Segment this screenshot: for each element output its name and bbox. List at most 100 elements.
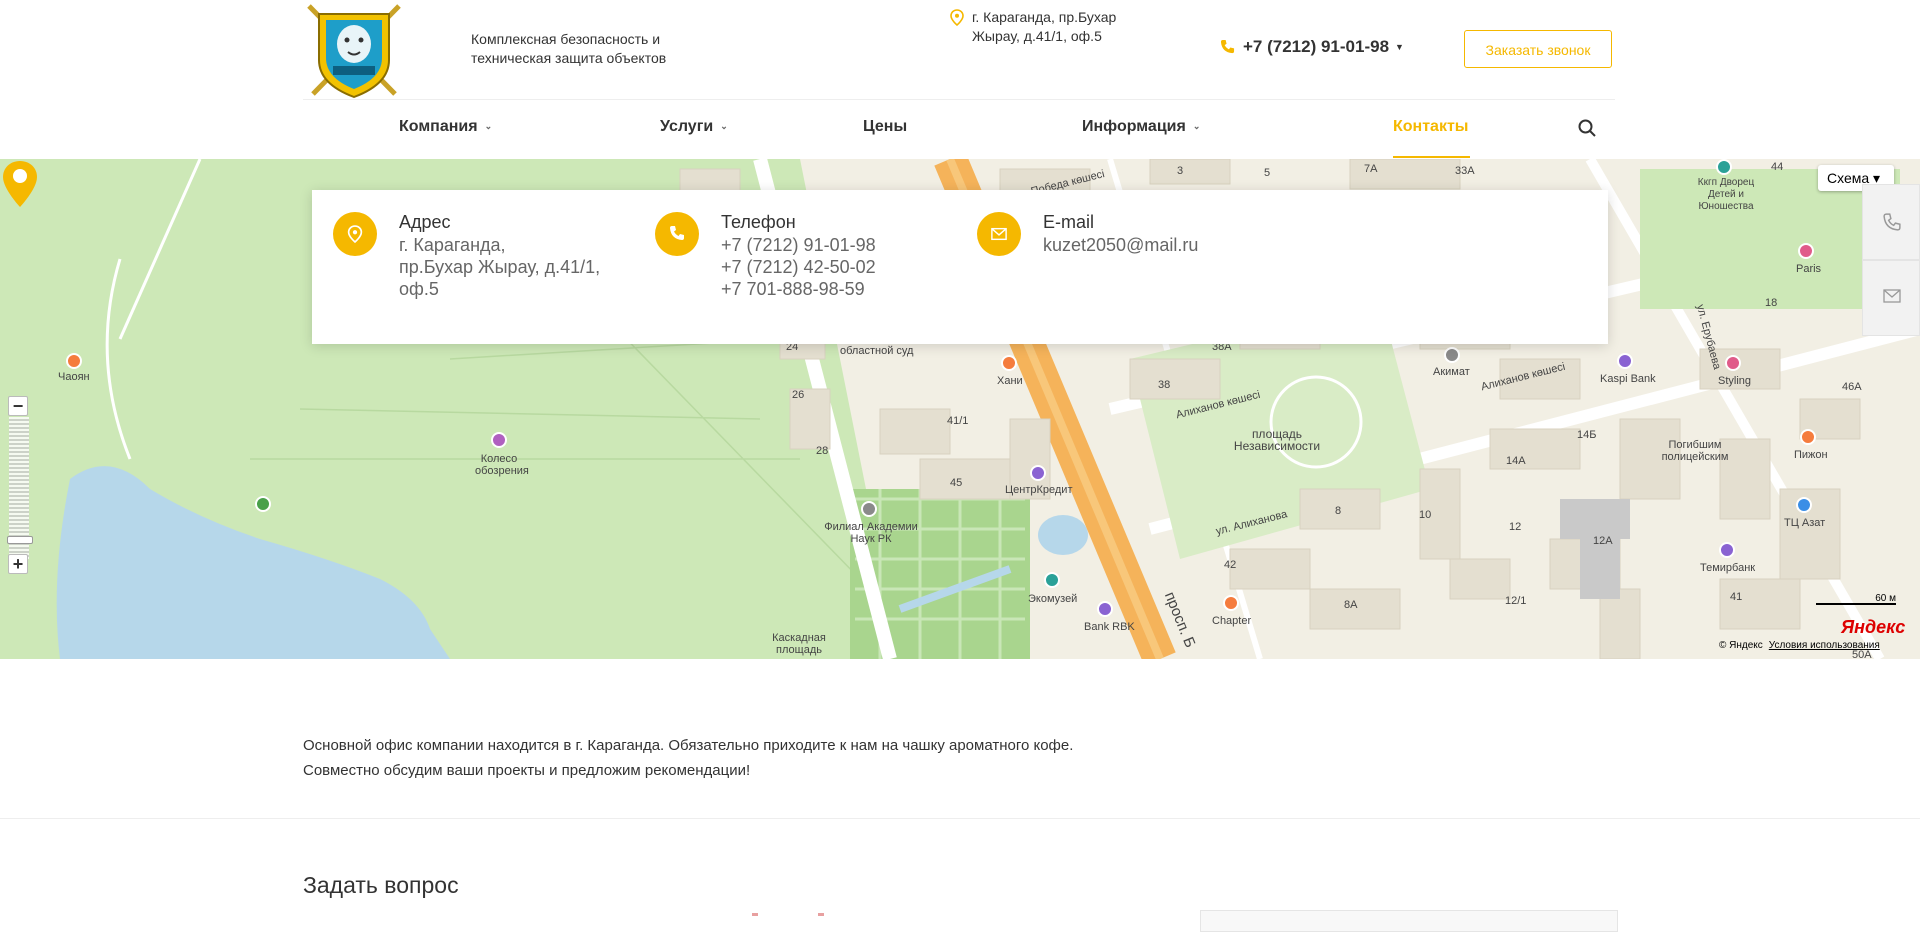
cafe-icon[interactable] bbox=[1001, 355, 1017, 371]
zoom-slider-handle[interactable] bbox=[7, 536, 33, 544]
callback-button[interactable]: Заказать звонок bbox=[1464, 30, 1612, 68]
office-intro-line: Совместно обсудим ваши проекты и предлож… bbox=[303, 762, 751, 779]
company-tagline: Комплексная безопасность и техническая з… bbox=[471, 31, 667, 66]
nav-company[interactable]: Компания ⌄ bbox=[399, 118, 492, 136]
location-pin-icon bbox=[333, 212, 377, 256]
map-label-pizhon: Пижон bbox=[1794, 449, 1828, 461]
map-label-n45: 45 bbox=[950, 477, 963, 489]
bank-icon[interactable] bbox=[1719, 542, 1735, 558]
contact-address-line: пр.Бухар Жырау, д.41/1, bbox=[399, 257, 601, 277]
map-label-n12a: 12А bbox=[1593, 535, 1613, 547]
map-label-n14b: 14Б bbox=[1577, 429, 1597, 441]
header-divider bbox=[303, 99, 1615, 100]
map-label-centrkredit: ЦентрКредит bbox=[1005, 484, 1073, 496]
contacts-card: Адрес г. Караганда, пр.Бухар Жырау, д.41… bbox=[312, 190, 1608, 344]
search-button[interactable] bbox=[1578, 119, 1596, 142]
cafe-icon[interactable] bbox=[1223, 595, 1239, 611]
map-label-41-1: 41/1 bbox=[947, 415, 969, 427]
side-call-tab[interactable] bbox=[1862, 184, 1920, 260]
map-label-n5: 5 bbox=[1264, 167, 1271, 179]
office-location-pin-icon[interactable] bbox=[0, 159, 40, 209]
nav-active-indicator bbox=[1393, 156, 1470, 158]
map-label-wheel: Колесо обозрения bbox=[475, 453, 529, 477]
shopping-icon[interactable] bbox=[1796, 497, 1812, 513]
map-label-n14a: 14А bbox=[1506, 455, 1526, 467]
map-scale-label: 60 м bbox=[1875, 593, 1896, 604]
map-label-n33a: 33А bbox=[1455, 165, 1475, 177]
zoom-in-button[interactable]: + bbox=[8, 554, 28, 574]
office-intro: Основной офис компании находится в г. Ка… bbox=[303, 733, 1073, 783]
park-icon[interactable] bbox=[255, 496, 271, 512]
bank-icon[interactable] bbox=[1097, 601, 1113, 617]
nav-contacts-label: Контакты bbox=[1393, 118, 1469, 135]
nav-services-label: Услуги bbox=[660, 118, 714, 135]
required-marker bbox=[818, 913, 824, 916]
contact-email-title: E-mail bbox=[1043, 212, 1095, 232]
company-logo[interactable] bbox=[303, 0, 405, 100]
map-label-n28: 28 bbox=[816, 445, 829, 457]
nav-info-label: Информация bbox=[1082, 118, 1186, 135]
map-label-court: областной суд bbox=[840, 345, 914, 357]
nav-contacts[interactable]: Контакты bbox=[1393, 118, 1468, 136]
nav-info[interactable]: Информация ⌄ bbox=[1082, 118, 1200, 136]
yandex-logo[interactable]: Яндекс bbox=[1841, 617, 1905, 638]
map-label-n18: 18 bbox=[1765, 297, 1778, 309]
nav-prices[interactable]: Цены bbox=[863, 118, 907, 136]
beauty-icon[interactable] bbox=[1798, 243, 1814, 259]
map-label-chapter: Chapter bbox=[1212, 615, 1252, 627]
museum-icon[interactable] bbox=[1044, 572, 1060, 588]
section-divider bbox=[0, 818, 1920, 819]
map-label-n7a: 7А bbox=[1364, 163, 1378, 175]
culture-icon[interactable] bbox=[1716, 159, 1732, 175]
map-label-akimat: Акимат bbox=[1433, 366, 1470, 378]
map-label-n12: 12 bbox=[1509, 521, 1522, 533]
nav-prices-label: Цены bbox=[863, 118, 908, 135]
contact-phone-link[interactable]: +7 (7212) 91-01-98 bbox=[721, 234, 876, 256]
attraction-icon[interactable] bbox=[491, 432, 507, 448]
cafe-icon[interactable] bbox=[66, 353, 82, 369]
nav-services[interactable]: Услуги ⌄ bbox=[660, 118, 728, 136]
institution-icon[interactable] bbox=[861, 501, 877, 517]
map-label-palace: Ккгп Дворец Детей и Юношества bbox=[1697, 177, 1755, 212]
nav-company-label: Компания bbox=[399, 118, 478, 135]
side-mail-tab[interactable] bbox=[1862, 260, 1920, 336]
header-address-text: г. Караганда, пр.Бухар Жырау, д.41/1, оф… bbox=[972, 9, 1117, 44]
phone-icon bbox=[655, 212, 699, 256]
contact-phone-link[interactable]: +7 (7212) 42-50-02 bbox=[721, 256, 876, 278]
map-label-paris: Paris bbox=[1796, 263, 1822, 275]
zoom-out-button[interactable]: − bbox=[8, 396, 28, 416]
location-pin-icon bbox=[950, 9, 964, 26]
map-label-ecomuseum: Экомузей bbox=[1028, 593, 1078, 605]
map-label-n41: 41 bbox=[1730, 591, 1743, 603]
map-terms-link[interactable]: Условия использования bbox=[1769, 640, 1880, 651]
map-label-tc-azat: ТЦ Азат bbox=[1784, 517, 1826, 529]
map-label-memorial: Погибшим полицейским bbox=[1661, 439, 1729, 463]
contact-phone-link[interactable]: +7 701-888-98-59 bbox=[721, 278, 876, 300]
map-label-chaoyan: Чаоян bbox=[58, 371, 90, 383]
bank-icon[interactable] bbox=[1030, 465, 1046, 481]
map-label-n46a: 46А bbox=[1842, 381, 1862, 393]
map-label-square: площадь Независимости bbox=[1233, 427, 1321, 453]
beauty-icon[interactable] bbox=[1725, 355, 1741, 371]
map-copyright-text: © Яндекс bbox=[1719, 640, 1763, 651]
contact-address-title: Адрес bbox=[399, 212, 451, 232]
chevron-down-icon: ⌄ bbox=[484, 121, 493, 131]
chevron-down-icon: ⌄ bbox=[720, 121, 728, 131]
map-copyright: © Яндекс Условия использования bbox=[1719, 640, 1880, 651]
mail-icon bbox=[1883, 289, 1901, 303]
phone-icon bbox=[1220, 39, 1235, 54]
map-label-n8: 8 bbox=[1335, 505, 1342, 517]
map-label-n12-1: 12/1 bbox=[1505, 595, 1527, 607]
bank-icon[interactable] bbox=[1617, 353, 1633, 369]
chevron-down-icon: ▼ bbox=[1395, 42, 1404, 52]
map-label-n10: 10 bbox=[1419, 509, 1432, 521]
chevron-down-icon: ⌄ bbox=[1192, 121, 1201, 131]
government-icon[interactable] bbox=[1444, 347, 1460, 363]
cafe-icon[interactable] bbox=[1800, 429, 1816, 445]
map-label-n26: 26 bbox=[792, 389, 805, 401]
contact-address-line: г. Караганда, bbox=[399, 235, 506, 255]
contact-email-link[interactable]: kuzet2050@mail.ru bbox=[1043, 234, 1198, 256]
mail-icon bbox=[977, 212, 1021, 256]
search-icon bbox=[1578, 119, 1596, 137]
header-phone[interactable]: +7 (7212) 91-01-98 ▼ bbox=[1220, 37, 1404, 57]
